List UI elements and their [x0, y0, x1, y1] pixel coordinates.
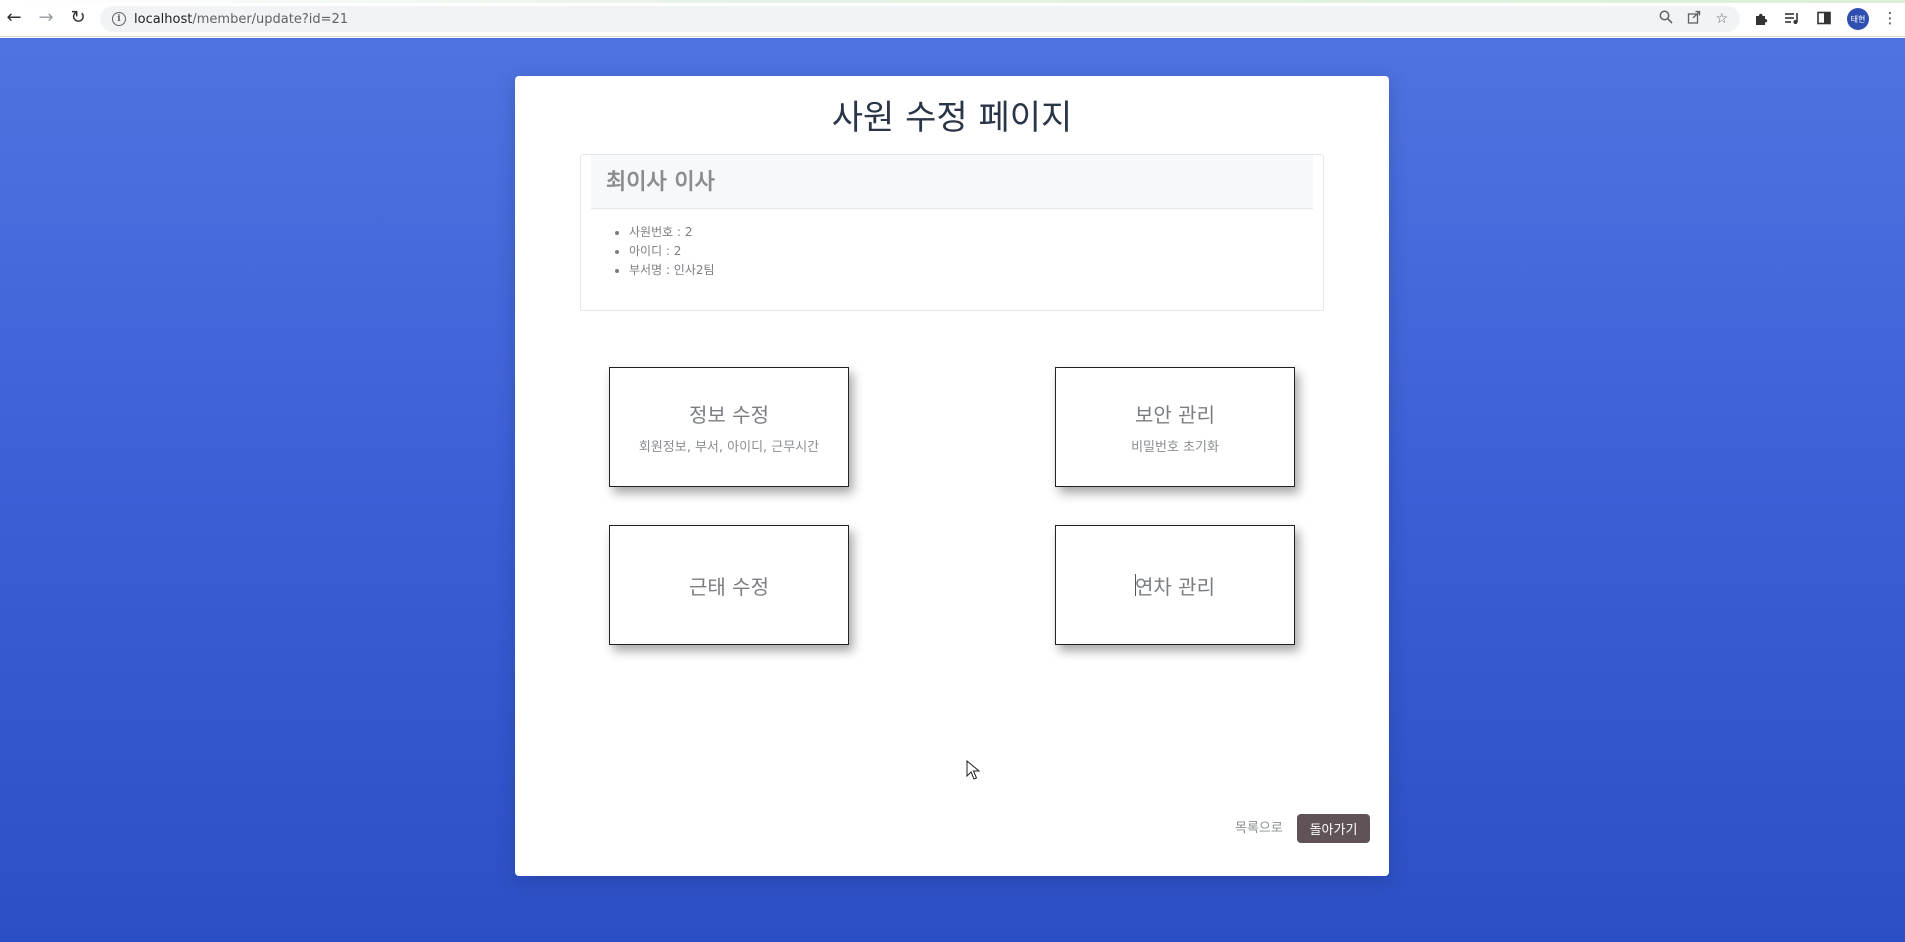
side-panel-icon[interactable] — [1814, 8, 1834, 28]
url-host: localhost — [134, 11, 193, 27]
member-update-card: 사원 수정 페이지 최이사 이사 사원번호 : 2 아이디 : 2 부서명 : … — [515, 76, 1389, 876]
kebab-menu-icon[interactable]: ⋮ — [1880, 8, 1900, 28]
tile-title: 정보 수정 — [689, 403, 769, 427]
tile-subtitle: 비밀번호 초기화 — [1131, 440, 1219, 455]
page-background: 사원 수정 페이지 최이사 이사 사원번호 : 2 아이디 : 2 부서명 : … — [0, 38, 1905, 942]
mouse-pointer-icon — [966, 760, 980, 780]
zoom-icon[interactable] — [1659, 10, 1674, 28]
member-detail-department: 부서명 : 인사2팀 — [629, 261, 715, 280]
tile-title: 연차 관리 — [1135, 574, 1215, 599]
address-bar[interactable]: i localhost/member/update?id=21 ☆ — [100, 6, 1740, 32]
security-management-tile[interactable]: 보안 관리 비밀번호 초기화 — [1055, 367, 1295, 487]
profile-avatar[interactable]: 태현 — [1847, 8, 1869, 30]
edit-attendance-tile[interactable]: 근태 수정 — [609, 525, 849, 645]
member-info-panel: 최이사 이사 사원번호 : 2 아이디 : 2 부서명 : 인사2팀 — [580, 154, 1324, 311]
arrow-left-icon[interactable]: ← — [2, 6, 26, 30]
back-button[interactable]: 돌아가기 — [1297, 814, 1370, 843]
page-title: 사원 수정 페이지 — [831, 98, 1073, 138]
url-text[interactable]: localhost/member/update?id=21 — [134, 12, 348, 27]
to-list-link[interactable]: 목록으로 — [1235, 817, 1283, 836]
member-details-list: 사원번호 : 2 아이디 : 2 부서명 : 인사2팀 — [617, 223, 715, 280]
text-cursor — [1135, 574, 1136, 596]
url-path: /member/update?id=21 — [192, 11, 349, 27]
info-icon[interactable]: i — [112, 12, 126, 26]
loading-bar — [0, 0, 1905, 3]
member-detail-employee-number: 사원번호 : 2 — [629, 223, 715, 242]
tile-title: 보안 관리 — [1135, 403, 1215, 427]
browser-toolbar: ← → ↻ i localhost/member/update?id=21 ☆ … — [0, 0, 1905, 37]
member-name: 최이사 이사 — [606, 170, 715, 195]
star-icon[interactable]: ☆ — [1715, 11, 1728, 27]
arrow-right-icon[interactable]: → — [34, 6, 58, 30]
tile-subtitle: 회원정보, 부서, 아이디, 근무시간 — [638, 440, 820, 455]
member-detail-user-id: 아이디 : 2 — [629, 242, 715, 261]
edit-info-tile[interactable]: 정보 수정 회원정보, 부서, 아이디, 근무시간 — [609, 367, 849, 487]
puzzle-icon[interactable] — [1751, 8, 1771, 28]
share-icon[interactable] — [1687, 10, 1701, 28]
annual-leave-tile[interactable]: 연차 관리 — [1055, 525, 1295, 645]
playlist-icon[interactable] — [1782, 8, 1802, 28]
reload-icon[interactable]: ↻ — [66, 6, 90, 30]
member-info-header: 최이사 이사 — [591, 155, 1313, 209]
tile-title: 근태 수정 — [689, 574, 769, 599]
